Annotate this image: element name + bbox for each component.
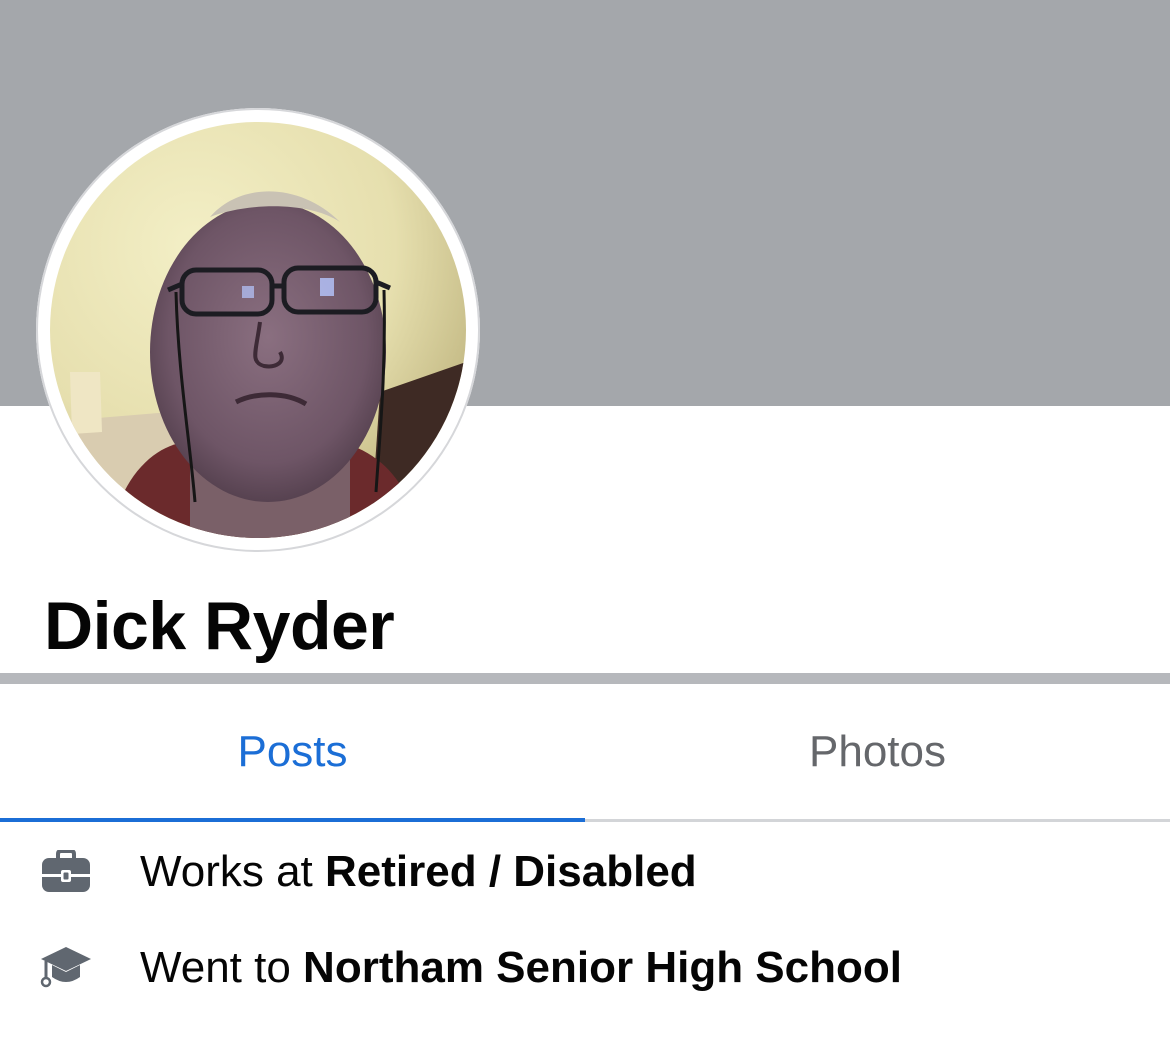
- intro-education-value[interactable]: Northam Senior High School: [303, 943, 902, 992]
- intro-work-value[interactable]: Retired / Disabled: [325, 847, 697, 896]
- intro-education-text: Went to Northam Senior High School: [140, 943, 902, 993]
- tab-photos[interactable]: Photos: [585, 684, 1170, 819]
- section-divider: [0, 673, 1170, 684]
- intro-work-row: Works at Retired / Disabled: [0, 832, 1170, 912]
- graduation-cap-icon: [40, 942, 92, 994]
- briefcase-icon: [40, 846, 92, 898]
- profile-tabs: Posts Photos: [0, 684, 1170, 822]
- intro-work-text: Works at Retired / Disabled: [140, 847, 697, 897]
- profile-picture[interactable]: [50, 122, 466, 538]
- tab-posts[interactable]: Posts: [0, 684, 585, 822]
- intro-education-prefix: Went to: [140, 943, 304, 992]
- intro-education-row: Went to Northam Senior High School: [0, 928, 1170, 1008]
- profile-name: Dick Ryder: [44, 588, 395, 664]
- intro-work-prefix: Works at: [140, 847, 326, 896]
